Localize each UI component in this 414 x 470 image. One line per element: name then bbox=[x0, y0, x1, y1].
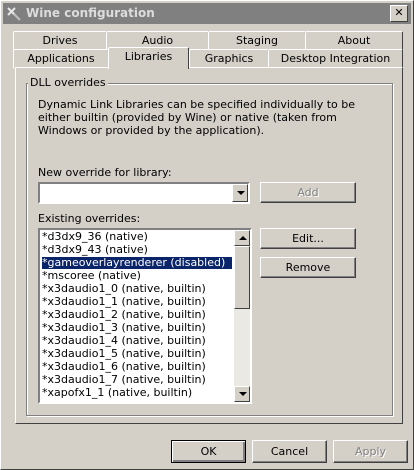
new-override-combobox[interactable] bbox=[38, 182, 250, 204]
window-title: Wine configuration bbox=[26, 6, 155, 20]
wine-config-window: Wine configuration ✕ Drives Audio Stagin… bbox=[0, 0, 414, 470]
chevron-up-icon bbox=[239, 236, 247, 240]
tab-drives[interactable]: Drives bbox=[13, 31, 107, 51]
list-item[interactable]: *x3daudio1_6 (native, builtin) bbox=[42, 361, 232, 373]
existing-overrides-label: Existing overrides: bbox=[38, 212, 141, 225]
tab-applications[interactable]: Applications bbox=[13, 49, 109, 69]
cancel-button[interactable]: Cancel bbox=[252, 440, 327, 463]
remove-button[interactable]: Remove bbox=[260, 257, 356, 278]
edit-button[interactable]: Edit... bbox=[260, 228, 356, 249]
libraries-panel: DLL overrides Dynamic Link Libraries can… bbox=[15, 67, 403, 424]
list-item[interactable]: *x3daudio1_2 (native, builtin) bbox=[42, 309, 232, 321]
description-text: Dynamic Link Libraries can be specified … bbox=[38, 98, 356, 137]
overrides-listbox[interactable]: *d3dx9_36 (native) *d3dx9_43 (native) *g… bbox=[38, 228, 252, 404]
list-item[interactable]: *x3daudio1_4 (native, builtin) bbox=[42, 335, 232, 347]
list-item[interactable]: *mscoree (native) bbox=[42, 270, 232, 282]
list-item[interactable]: *d3dx9_43 (native) bbox=[42, 244, 232, 256]
vertical-scrollbar[interactable] bbox=[234, 230, 250, 402]
tab-graphics[interactable]: Graphics bbox=[189, 49, 269, 69]
scroll-up-button[interactable] bbox=[234, 230, 250, 246]
chevron-down-icon bbox=[237, 191, 245, 195]
new-override-label: New override for library: bbox=[38, 166, 172, 179]
list-item-selected[interactable]: *gameoverlayrenderer (disabled) bbox=[41, 256, 233, 270]
title-bar[interactable]: Wine configuration ✕ bbox=[3, 3, 411, 24]
close-button[interactable]: ✕ bbox=[390, 5, 408, 22]
dropdown-button[interactable] bbox=[232, 184, 248, 202]
tab-about[interactable]: About bbox=[305, 31, 403, 51]
apply-button[interactable]: Apply bbox=[333, 440, 408, 463]
list-item[interactable]: *xapofx1_1 (native, builtin) bbox=[42, 387, 232, 399]
scroll-down-button[interactable] bbox=[234, 386, 250, 402]
ok-button[interactable]: OK bbox=[171, 440, 246, 463]
list-item[interactable]: *x3daudio1_5 (native, builtin) bbox=[42, 348, 232, 360]
tab-desktop-integration[interactable]: Desktop Integration bbox=[268, 49, 403, 69]
chevron-down-icon bbox=[239, 392, 247, 396]
list-item[interactable]: *x3daudio1_0 (native, builtin) bbox=[42, 283, 232, 295]
list-item[interactable]: *d3dx9_36 (native) bbox=[42, 231, 232, 243]
tab-libraries[interactable]: Libraries bbox=[108, 47, 189, 69]
list-item[interactable]: *x3daudio1_3 (native, builtin) bbox=[42, 322, 232, 334]
tab-staging[interactable]: Staging bbox=[208, 31, 306, 51]
list-item[interactable]: *x3daudio1_7 (native, builtin) bbox=[42, 374, 232, 386]
wine-glass-icon bbox=[6, 6, 22, 21]
scroll-thumb[interactable] bbox=[234, 246, 250, 309]
add-button[interactable]: Add bbox=[260, 182, 356, 203]
group-title: DLL overrides bbox=[28, 76, 108, 89]
list-item[interactable]: *x3daudio1_1 (native, builtin) bbox=[42, 296, 232, 308]
